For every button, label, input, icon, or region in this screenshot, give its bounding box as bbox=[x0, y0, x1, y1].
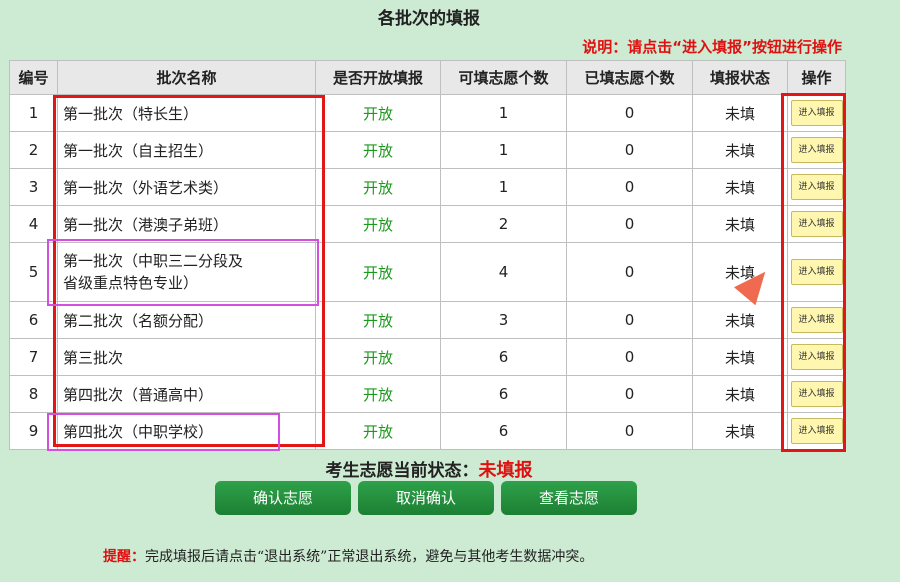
page-title: 各批次的填报 bbox=[378, 9, 480, 29]
open-status: 开放 bbox=[315, 301, 441, 339]
header-allowed-count: 可填志愿个数 bbox=[440, 60, 567, 95]
fill-status: 未填 bbox=[692, 412, 788, 450]
open-status: 开放 bbox=[315, 412, 441, 450]
fill-status: 未填 bbox=[692, 131, 788, 169]
allowed-count: 1 bbox=[440, 168, 567, 206]
open-status: 开放 bbox=[315, 94, 441, 132]
allowed-count: 4 bbox=[440, 242, 567, 302]
filled-count: 0 bbox=[566, 94, 693, 132]
filled-count: 0 bbox=[566, 205, 693, 243]
open-status: 开放 bbox=[315, 375, 441, 413]
header-batch-name: 批次名称 bbox=[57, 60, 316, 95]
reminder: 提醒：完成填报后请点击“退出系统”正常退出系统，避免与其他考生数据冲突。 bbox=[103, 546, 593, 566]
allowed-count: 1 bbox=[440, 94, 567, 132]
status-label: 考生志愿当前状态： bbox=[325, 461, 479, 481]
fill-status: 未填 bbox=[692, 205, 788, 243]
row-number: 6 bbox=[9, 301, 58, 339]
view-choices-button[interactable]: 查看志愿 bbox=[501, 481, 637, 515]
open-status: 开放 bbox=[315, 242, 441, 302]
action-column-highlight-box bbox=[781, 93, 846, 452]
cancel-confirm-button[interactable]: 取消确认 bbox=[358, 481, 494, 515]
allowed-count: 6 bbox=[440, 338, 567, 376]
instruction-note: 说明：请点击“进入填报”按钮进行操作 bbox=[582, 38, 842, 56]
status-value: 未填报 bbox=[478, 460, 533, 481]
confirm-button[interactable]: 确认志愿 bbox=[215, 481, 351, 515]
fill-status: 未填 bbox=[692, 375, 788, 413]
fill-status: 未填 bbox=[692, 168, 788, 206]
allowed-count: 3 bbox=[440, 301, 567, 339]
action-buttons: 确认志愿 取消确认 查看志愿 bbox=[215, 481, 637, 515]
fill-status: 未填 bbox=[692, 301, 788, 339]
filled-count: 0 bbox=[566, 301, 693, 339]
filled-count: 0 bbox=[566, 412, 693, 450]
applicant-status: 考生志愿当前状态：未填报 bbox=[0, 456, 858, 482]
row-number: 8 bbox=[9, 375, 58, 413]
header-number: 编号 bbox=[9, 60, 58, 95]
header-status: 填报状态 bbox=[692, 60, 788, 95]
allowed-count: 1 bbox=[440, 131, 567, 169]
fill-status: 未填 bbox=[692, 94, 788, 132]
header-open: 是否开放填报 bbox=[315, 60, 441, 95]
filled-count: 0 bbox=[566, 242, 693, 302]
table-header-row: 编号 批次名称 是否开放填报 可填志愿个数 已填志愿个数 填报状态 操作 bbox=[9, 60, 846, 95]
filled-count: 0 bbox=[566, 375, 693, 413]
row-number: 7 bbox=[9, 338, 58, 376]
fill-status: 未填 bbox=[692, 338, 788, 376]
filled-count: 0 bbox=[566, 338, 693, 376]
header-action: 操作 bbox=[787, 60, 846, 95]
open-status: 开放 bbox=[315, 205, 441, 243]
open-status: 开放 bbox=[315, 168, 441, 206]
header-filled-count: 已填志愿个数 bbox=[566, 60, 693, 95]
row-number: 1 bbox=[9, 94, 58, 132]
allowed-count: 6 bbox=[440, 375, 567, 413]
open-status: 开放 bbox=[315, 338, 441, 376]
row-number: 3 bbox=[9, 168, 58, 206]
row9-highlight-box bbox=[47, 413, 280, 451]
reminder-text: 完成填报后请点击“退出系统”正常退出系统，避免与其他考生数据冲突。 bbox=[145, 549, 594, 565]
row-number: 4 bbox=[9, 205, 58, 243]
open-status: 开放 bbox=[315, 131, 441, 169]
allowed-count: 6 bbox=[440, 412, 567, 450]
filled-count: 0 bbox=[566, 168, 693, 206]
filled-count: 0 bbox=[566, 131, 693, 169]
reminder-label: 提醒： bbox=[103, 549, 145, 565]
row5-highlight-box bbox=[47, 239, 319, 306]
row-number: 2 bbox=[9, 131, 58, 169]
allowed-count: 2 bbox=[440, 205, 567, 243]
